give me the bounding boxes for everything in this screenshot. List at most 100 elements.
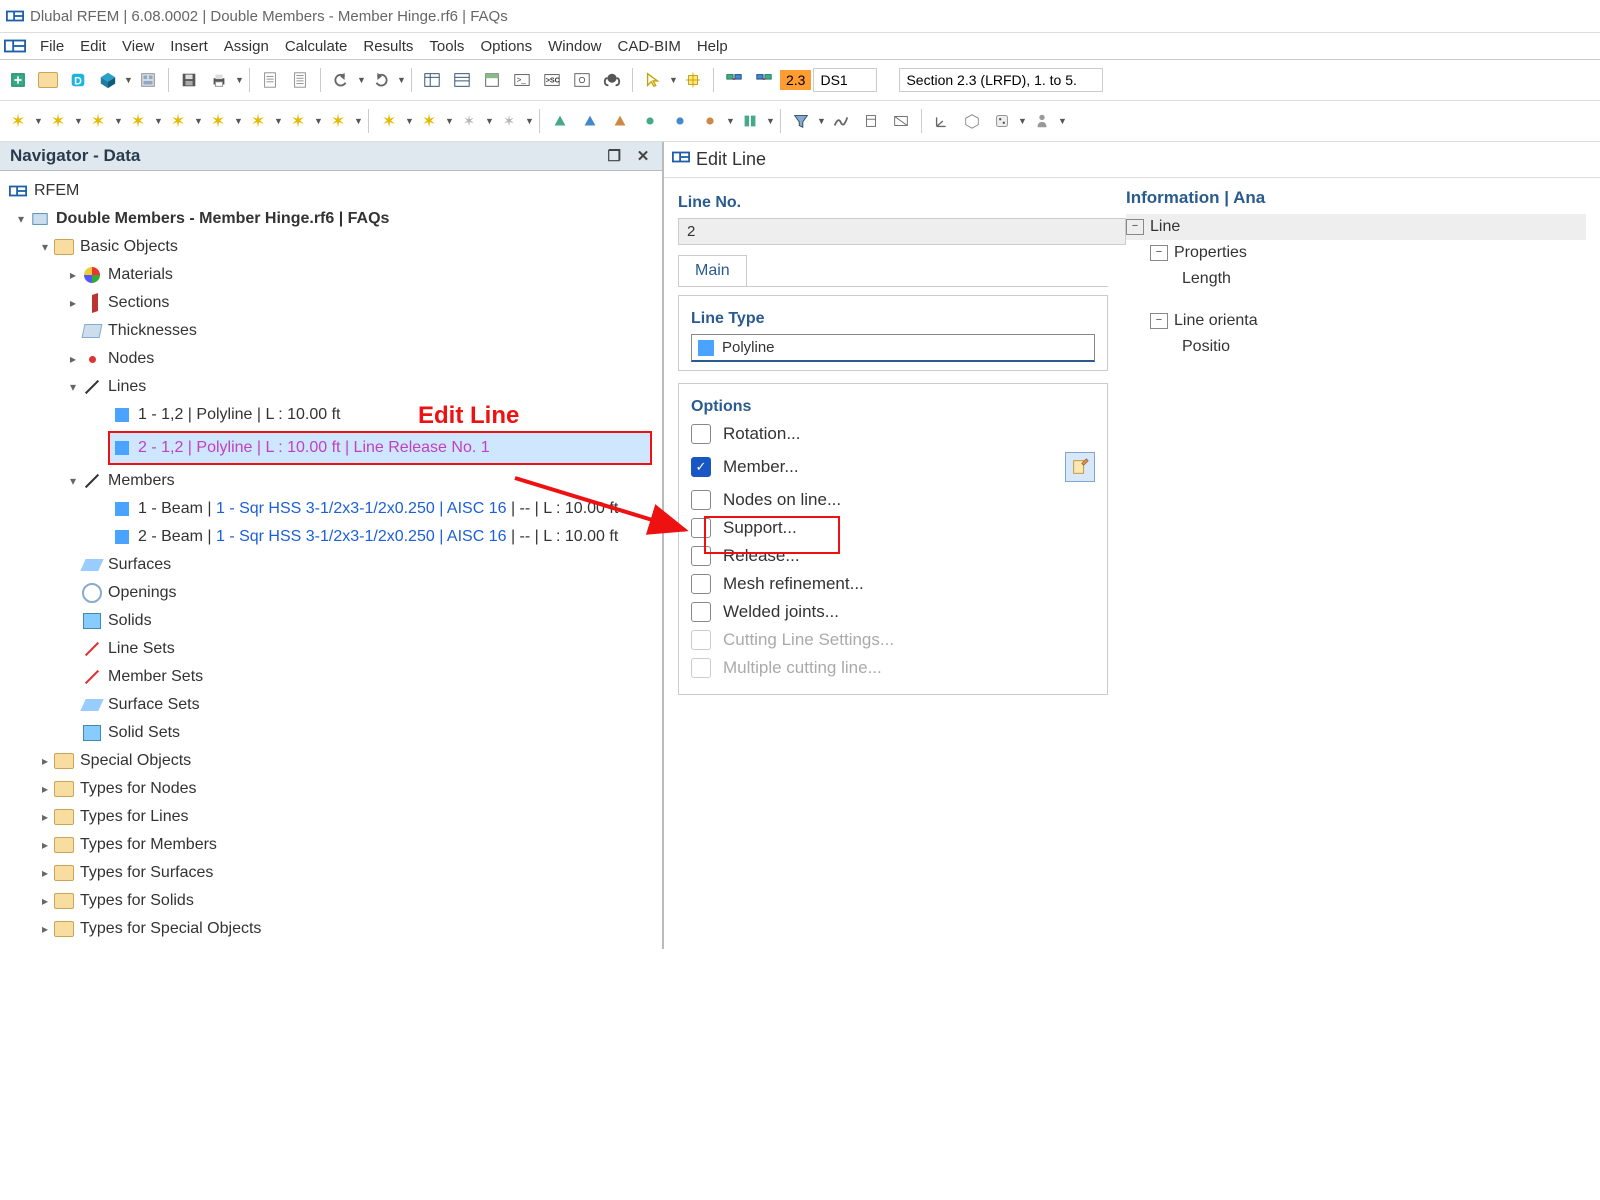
block-manager-icon[interactable] — [94, 66, 122, 94]
menu-window[interactable]: Window — [540, 36, 609, 57]
report-2-icon[interactable] — [286, 66, 314, 94]
menu-edit[interactable]: Edit — [72, 36, 114, 57]
hinge-3-icon[interactable] — [696, 107, 724, 135]
panel-icon[interactable] — [478, 66, 506, 94]
tree-lines[interactable]: Lines — [106, 373, 148, 401]
menu-help[interactable]: Help — [689, 36, 736, 57]
open-folder-icon[interactable] — [34, 66, 62, 94]
chevron-down-icon[interactable]: ▾ — [64, 373, 82, 401]
tab-main[interactable]: Main — [678, 255, 747, 286]
cloud-icon[interactable]: D — [64, 66, 92, 94]
tree-surface-sets[interactable]: Surface Sets — [106, 691, 202, 719]
menu-file[interactable]: File — [32, 36, 72, 57]
hinge-2-icon[interactable] — [666, 107, 694, 135]
new-member-icon[interactable]: ✶ — [84, 107, 112, 135]
undo-icon[interactable] — [327, 66, 355, 94]
chevron-right-icon[interactable]: ▸ — [64, 261, 82, 289]
tree-member-2[interactable]: 2 - Beam | 1 - Sqr HSS 3-1/2x3-1/2x0.250… — [136, 523, 620, 551]
chevron-down-icon[interactable]: ▾ — [12, 205, 30, 233]
filter-icon[interactable] — [787, 107, 815, 135]
new-solid-icon[interactable]: ✶ — [204, 107, 232, 135]
tree-materials[interactable]: Materials — [106, 261, 175, 289]
person-icon[interactable] — [1028, 107, 1056, 135]
tree-root[interactable]: RFEM — [32, 177, 81, 205]
menu-assign[interactable]: Assign — [216, 36, 277, 57]
support-line-icon[interactable] — [576, 107, 604, 135]
print-icon[interactable] — [205, 66, 233, 94]
tree-thicknesses[interactable]: Thicknesses — [106, 317, 199, 345]
settings-icon[interactable] — [568, 66, 596, 94]
tree-openings[interactable]: Openings — [106, 579, 179, 607]
eccentricity-icon[interactable] — [736, 107, 764, 135]
new-set-2-icon[interactable]: ✶ — [284, 107, 312, 135]
member-1-section-link[interactable]: 1 - Sqr HSS 3-1/2x3-1/2x0.250 | AISC 16 — [216, 500, 507, 517]
new-model-icon[interactable] — [4, 66, 32, 94]
tree-types-solids[interactable]: Types for Solids — [78, 887, 196, 915]
checkbox-icon[interactable] — [691, 424, 711, 444]
line-no-field[interactable]: 2 — [678, 218, 1126, 245]
select-arrow-icon[interactable] — [639, 66, 667, 94]
tree-project[interactable]: Double Members - Member Hinge.rf6 | FAQs — [54, 205, 391, 233]
load-case-1-icon[interactable] — [720, 66, 748, 94]
member-2-section-link[interactable]: 1 - Sqr HSS 3-1/2x3-1/2x0.250 | AISC 16 — [216, 528, 507, 545]
new-node-icon[interactable]: ✶ — [4, 107, 32, 135]
tree-types-lines[interactable]: Types for Lines — [78, 803, 191, 831]
menu-insert[interactable]: Insert — [162, 36, 216, 57]
model-data-icon[interactable] — [134, 66, 162, 94]
menu-cad-bim[interactable]: CAD-BIM — [610, 36, 689, 57]
option-member[interactable]: ✓Member... — [691, 452, 1095, 482]
new-opening-icon[interactable]: ✶ — [164, 107, 192, 135]
tree-types-nodes[interactable]: Types for Nodes — [78, 775, 199, 803]
checkbox-icon[interactable] — [691, 574, 711, 594]
collapse-icon[interactable]: − — [1126, 219, 1144, 235]
tree-basic-objects[interactable]: Basic Objects — [78, 233, 180, 261]
results-member-icon[interactable] — [857, 107, 885, 135]
chevron-right-icon[interactable]: ▸ — [36, 915, 54, 943]
chevron-right-icon[interactable]: ▸ — [36, 831, 54, 859]
menu-view[interactable]: View — [114, 36, 162, 57]
tree-types-special[interactable]: Types for Special Objects — [78, 915, 263, 943]
redo-icon[interactable] — [367, 66, 395, 94]
panel-detach-icon[interactable]: ❐ — [605, 147, 623, 165]
tree-member-1[interactable]: 1 - Beam | 1 - Sqr HSS 3-1/2x3-1/2x0.250… — [136, 495, 620, 523]
menu-options[interactable]: Options — [472, 36, 540, 57]
support-member-icon[interactable] — [606, 107, 634, 135]
chevron-right-icon[interactable]: ▸ — [64, 289, 82, 317]
script-icon[interactable]: >SC — [538, 66, 566, 94]
tree-line-1[interactable]: 1 - 1,2 | Polyline | L : 10.00 ft — [136, 401, 343, 429]
edit-member-icon[interactable] — [1065, 452, 1095, 482]
hinge-1-icon[interactable] — [636, 107, 664, 135]
option-mesh-refinement[interactable]: Mesh refinement... — [691, 574, 1095, 594]
support-icon[interactable] — [598, 66, 626, 94]
support-node-icon[interactable] — [546, 107, 574, 135]
console-icon[interactable]: >_ — [508, 66, 536, 94]
view-iso-icon[interactable] — [958, 107, 986, 135]
tree-members[interactable]: Members — [106, 467, 177, 495]
line-type-select[interactable]: Polyline — [691, 334, 1095, 362]
new-rect-icon[interactable]: ✶ — [375, 107, 403, 135]
tree-special-objects[interactable]: Special Objects — [78, 747, 193, 775]
navigator-tree[interactable]: RFEM ▾Double Members - Member Hinge.rf6 … — [0, 171, 662, 949]
chevron-right-icon[interactable]: ▸ — [36, 859, 54, 887]
new-set-1-icon[interactable]: ✶ — [244, 107, 272, 135]
tree-types-members[interactable]: Types for Members — [78, 831, 219, 859]
dice-icon[interactable] — [988, 107, 1016, 135]
tree-solids[interactable]: Solids — [106, 607, 154, 635]
chevron-down-icon[interactable]: ▾ — [36, 233, 54, 261]
menu-tools[interactable]: Tools — [421, 36, 472, 57]
chevron-right-icon[interactable]: ▸ — [36, 747, 54, 775]
checkbox-icon[interactable]: ✓ — [691, 457, 711, 477]
option-rotation[interactable]: Rotation... — [691, 424, 1095, 444]
checkbox-icon[interactable] — [691, 490, 711, 510]
results-on-icon[interactable] — [827, 107, 855, 135]
chevron-right-icon[interactable]: ▸ — [36, 803, 54, 831]
tree-nodes[interactable]: Nodes — [106, 345, 156, 373]
new-circle-icon[interactable]: ✶ — [415, 107, 443, 135]
checkbox-icon[interactable] — [691, 602, 711, 622]
results-surface-icon[interactable] — [887, 107, 915, 135]
tree-line-2-selected[interactable]: 2 - 1,2 | Polyline | L : 10.00 ft | Line… — [108, 431, 652, 465]
table-view-2-icon[interactable] — [448, 66, 476, 94]
collapse-icon[interactable]: − — [1150, 313, 1168, 329]
chevron-down-icon[interactable]: ▾ — [64, 467, 82, 495]
load-case-2-icon[interactable] — [750, 66, 778, 94]
